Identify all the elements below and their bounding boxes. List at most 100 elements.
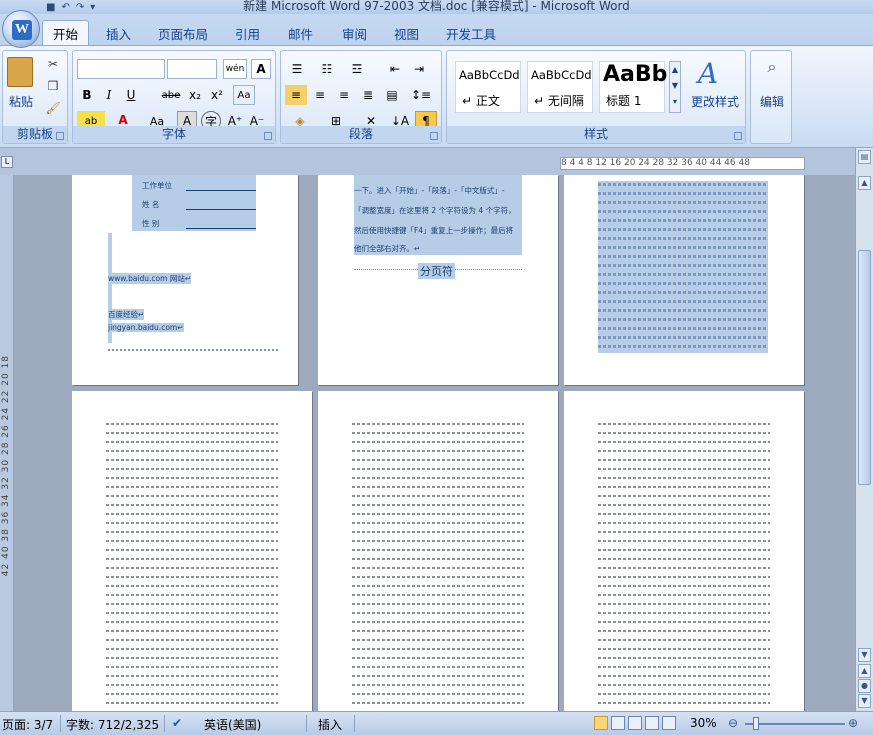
increase-indent-icon[interactable]: ⇥ xyxy=(409,59,429,79)
tab-references[interactable]: 引用 xyxy=(235,24,260,43)
field-line-work xyxy=(186,190,256,191)
styles-scroll-icon[interactable]: ▲ ▼ ▾ xyxy=(669,61,681,113)
next-page-icon[interactable]: ▼ xyxy=(858,694,871,708)
phonetic-guide-button[interactable]: wén xyxy=(223,59,247,79)
font-name-box[interactable] xyxy=(77,59,165,79)
redo-icon[interactable]: ↷ xyxy=(76,2,84,13)
align-right-icon[interactable]: ≡ xyxy=(333,85,355,105)
tab-insert[interactable]: 插入 xyxy=(106,24,131,43)
justify-icon[interactable]: ≣ xyxy=(357,85,379,105)
distributed-icon[interactable]: ▤ xyxy=(381,85,403,105)
status-language[interactable]: 英语(美国) xyxy=(204,716,261,733)
page-4[interactable] xyxy=(72,391,312,711)
binoculars-icon[interactable]: ⌕ xyxy=(761,57,783,77)
style-heading-1[interactable]: AaBb 标题 1 xyxy=(599,61,668,113)
browse-object-icon[interactable]: ● xyxy=(858,679,871,693)
zoom-slider[interactable] xyxy=(745,723,845,725)
align-left-icon[interactable]: ≡ xyxy=(285,85,307,105)
paragraph-launcher-icon[interactable] xyxy=(430,132,438,140)
line-spacing-icon[interactable]: ↕≡ xyxy=(407,85,435,105)
vertical-scrollbar[interactable]: ▤ ▲ ▼ ▲ ● ▼ xyxy=(855,148,873,711)
ruler-toggle-icon[interactable]: ▤ xyxy=(858,150,871,164)
office-button[interactable]: W xyxy=(2,10,40,48)
status-separator xyxy=(164,715,165,732)
paste-button[interactable]: 粘贴 xyxy=(5,93,37,110)
ruler-scale[interactable]: 8 4 4 8 12 16 20 24 28 32 36 40 44 46 48 xyxy=(560,157,805,170)
zoom-in-icon[interactable]: ⊕ xyxy=(848,716,858,730)
full-screen-reading-icon[interactable] xyxy=(611,716,625,730)
save-icon[interactable]: ■ xyxy=(46,2,55,13)
field-label-name: 姓 名 xyxy=(142,200,160,209)
tab-page-layout[interactable]: 页面布局 xyxy=(158,24,208,43)
tab-view[interactable]: 视图 xyxy=(394,24,419,43)
status-insert-mode[interactable]: 插入 xyxy=(318,716,342,733)
web-layout-icon[interactable] xyxy=(628,716,642,730)
page1-text-experience: 百度经验↵ xyxy=(108,309,145,320)
scroll-up-icon[interactable]: ▲ xyxy=(858,176,871,190)
multilevel-list-icon[interactable]: ☲ xyxy=(345,59,369,79)
zoom-out-icon[interactable]: ⊖ xyxy=(728,716,738,730)
tab-review[interactable]: 审阅 xyxy=(342,24,367,43)
status-page[interactable]: 页面: 3/7 xyxy=(2,716,53,733)
quick-access-toolbar: ■ ↶ ↷ ▾ xyxy=(46,0,95,14)
character-border-icon[interactable]: A xyxy=(251,59,271,79)
styles-group-label: 样式 xyxy=(447,126,745,143)
style-normal-name: ↵ 正文 xyxy=(462,94,500,108)
bold-button[interactable]: B xyxy=(77,85,97,105)
page-5[interactable] xyxy=(318,391,558,711)
page-3[interactable] xyxy=(564,175,804,385)
style-normal[interactable]: AaBbCcDd ↵ 正文 xyxy=(455,61,521,113)
page2-line-4: 他们全部右对齐。↵ xyxy=(354,244,421,253)
print-layout-view-icon[interactable] xyxy=(594,716,608,730)
tab-home[interactable]: 开始 xyxy=(42,20,90,46)
superscript-button[interactable]: x² xyxy=(207,85,227,105)
styles-launcher-icon[interactable] xyxy=(734,132,742,140)
status-words[interactable]: 字数: 712/2,325 xyxy=(66,716,159,733)
cut-icon[interactable]: ✂ xyxy=(45,57,61,71)
paragraph-group: ☰ ☷ ☲ ⇤ ⇥ ≡ ≡ ≡ ≣ ▤ ↕≡ ◈ ⊞ ✕ ↓A ¶ 段落 xyxy=(280,50,442,144)
scroll-down-icon[interactable]: ▼ xyxy=(858,648,871,662)
draft-view-icon[interactable] xyxy=(662,716,676,730)
clear-format-button[interactable]: Aa xyxy=(233,85,255,105)
qat-more-icon[interactable]: ▾ xyxy=(90,2,95,13)
undo-icon[interactable]: ↶ xyxy=(61,2,69,13)
underline-button[interactable]: U xyxy=(121,85,141,105)
page-1[interactable]: 工作单位 姓 名 性 别 www.baidu.com 网站↵ 百度经验↵ jin… xyxy=(72,175,298,385)
italic-button[interactable]: I xyxy=(99,85,119,105)
font-launcher-icon[interactable] xyxy=(264,132,272,140)
change-styles-button[interactable]: 更改样式 xyxy=(687,93,743,110)
status-separator xyxy=(306,715,307,732)
bullets-icon[interactable]: ☰ xyxy=(285,59,309,79)
document-area[interactable]: 工作单位 姓 名 性 别 www.baidu.com 网站↵ 百度经验↵ jin… xyxy=(14,175,855,711)
tab-developer[interactable]: 开发工具 xyxy=(446,24,496,43)
style-no-spacing[interactable]: AaBbCcDd ↵ 无间隔 xyxy=(527,61,593,113)
page1-section-break xyxy=(108,349,278,351)
strikethrough-button[interactable]: abe xyxy=(159,85,183,105)
tab-mailings[interactable]: 邮件 xyxy=(288,24,313,43)
style-no-spacing-sample: AaBbCcDd xyxy=(531,68,592,82)
format-painter-icon[interactable]: 🖌 xyxy=(45,101,61,115)
change-styles-icon[interactable]: A xyxy=(693,57,723,90)
zoom-slider-handle[interactable] xyxy=(753,717,759,730)
outline-view-icon[interactable] xyxy=(645,716,659,730)
clipboard-launcher-icon[interactable] xyxy=(56,132,64,140)
zoom-level[interactable]: 30% xyxy=(690,716,717,730)
decrease-indent-icon[interactable]: ⇤ xyxy=(385,59,405,79)
proofing-icon[interactable]: ✔ xyxy=(172,716,182,730)
align-center-icon[interactable]: ≡ xyxy=(309,85,331,105)
editing-group: ⌕ 编辑 xyxy=(750,50,792,144)
subscript-button[interactable]: x₂ xyxy=(185,85,205,105)
page-2[interactable]: 一下。进入「开始」-「段落」-「中文版式」- 「调整宽度」在这里将 2 个字符设… xyxy=(318,175,558,385)
paste-icon[interactable] xyxy=(7,57,33,87)
numbering-icon[interactable]: ☷ xyxy=(315,59,339,79)
page3-selected-text xyxy=(598,181,768,353)
page1-text-website: www.baidu.com 网站↵ xyxy=(108,273,192,284)
editing-button[interactable]: 编辑 xyxy=(755,93,789,110)
previous-page-icon[interactable]: ▲ xyxy=(858,664,871,678)
font-size-box[interactable] xyxy=(167,59,217,79)
scroll-thumb[interactable] xyxy=(858,250,871,485)
tab-selector-icon[interactable]: L xyxy=(1,156,13,168)
copy-icon[interactable]: ❐ xyxy=(45,79,61,93)
style-heading-1-sample: AaBb xyxy=(603,62,668,87)
page-6[interactable] xyxy=(564,391,804,711)
